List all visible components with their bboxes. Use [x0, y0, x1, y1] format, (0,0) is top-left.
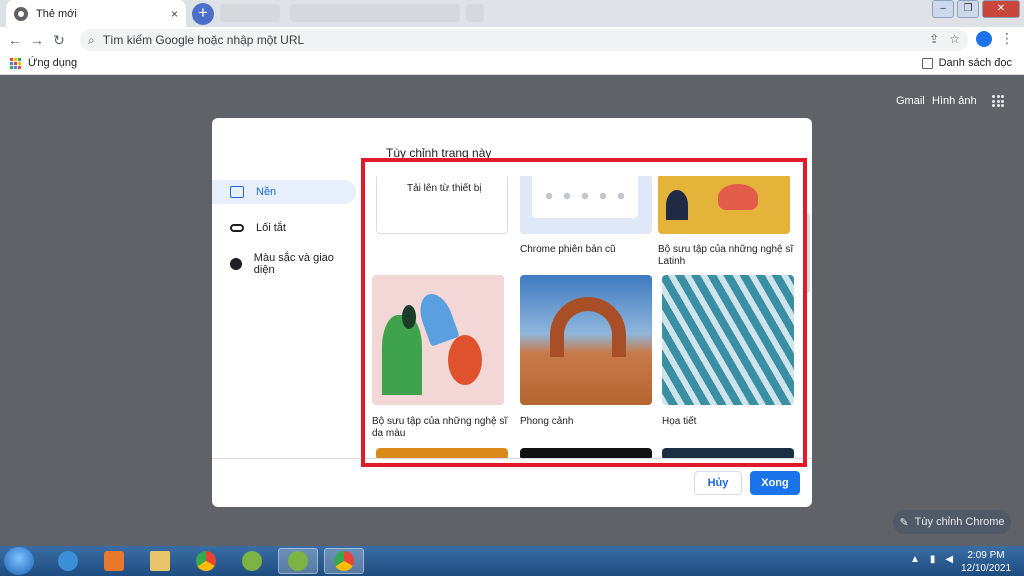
done-button[interactable]: Xong: [750, 471, 800, 495]
customize-chrome-button[interactable]: ✎ Tùy chỉnh Chrome: [893, 510, 1011, 534]
background-tab[interactable]: [220, 4, 280, 22]
sidebar-item-label: Nền: [256, 186, 277, 198]
pencil-icon: ✎: [899, 516, 909, 529]
bookmark-star-icon[interactable]: ☆: [949, 32, 960, 46]
tray-arrow-icon[interactable]: ▲: [910, 554, 920, 565]
sidebar-item-background[interactable]: Nền: [212, 180, 356, 204]
sidebar-item-label: Màu sắc và giao diện: [253, 252, 334, 276]
sidebar-item-label: Lối tắt: [256, 222, 286, 234]
coccoc-icon: [288, 551, 308, 571]
taskbar-coccoc[interactable]: [232, 548, 272, 574]
apps-grid-icon[interactable]: [10, 58, 21, 69]
taskbar-ie[interactable]: [48, 548, 88, 574]
images-link[interactable]: Hình ảnh: [932, 95, 977, 107]
window-controls: ‒ ❐ ✕: [932, 0, 1020, 18]
google-apps-icon[interactable]: [992, 95, 1004, 107]
taskbar-clock[interactable]: 2:09 PM 12/10/2021: [960, 549, 1012, 575]
close-window-button[interactable]: ✕: [982, 0, 1020, 18]
address-bar[interactable]: ⌕ Tìm kiếm Google hoặc nhập một URL ⇪ ☆: [80, 29, 968, 51]
customize-chrome-label: Tùy chỉnh Chrome: [914, 516, 1005, 528]
forward-arrow-icon[interactable]: →: [26, 32, 48, 48]
background-tab[interactable]: [290, 4, 460, 22]
taskbar-explorer[interactable]: [140, 548, 180, 574]
taskbar-chrome-active[interactable]: [324, 548, 364, 574]
bookmarks-bar: [0, 53, 1024, 75]
chrome-icon: [14, 6, 28, 21]
reading-list-label: Danh sách đọc: [938, 57, 1012, 69]
chrome-icon: [334, 551, 354, 571]
start-button[interactable]: [4, 547, 34, 575]
cancel-button[interactable]: Hủy: [694, 471, 742, 495]
back-arrow-icon[interactable]: ←: [4, 32, 26, 48]
reload-icon[interactable]: ↻: [48, 32, 70, 49]
bookmark-apps[interactable]: Ứng dụng: [28, 57, 77, 69]
tab-new-tab[interactable]: Thẻ mới ×: [6, 0, 186, 27]
media-player-icon: [104, 551, 124, 571]
new-tab-button[interactable]: +: [192, 3, 214, 25]
minimize-button[interactable]: ‒: [932, 0, 954, 18]
maximize-button[interactable]: ❐: [957, 0, 979, 18]
search-icon: ⌕: [88, 32, 95, 47]
tab-title: Thẻ mới: [36, 7, 77, 20]
chrome-icon: [196, 551, 216, 571]
link-icon: [230, 224, 244, 232]
gmail-link[interactable]: Gmail: [896, 95, 925, 107]
tab-close-icon[interactable]: ×: [171, 7, 178, 21]
sidebar-item-shortcuts[interactable]: Lối tắt: [212, 216, 356, 240]
network-icon[interactable]: ▮: [930, 554, 936, 565]
image-icon: [230, 186, 244, 198]
reading-list-button[interactable]: Danh sách đọc: [921, 57, 1012, 69]
reading-list-icon: [921, 57, 933, 69]
taskbar-chrome[interactable]: [186, 548, 226, 574]
taskbar-coccoc-active[interactable]: [278, 548, 318, 574]
sidebar-item-color-theme[interactable]: Màu sắc và giao diện: [212, 252, 356, 276]
profile-avatar[interactable]: [976, 31, 992, 47]
address-bar-placeholder: Tìm kiếm Google hoặc nhập một URL: [102, 33, 305, 47]
ie-icon: [58, 551, 78, 571]
share-icon[interactable]: ⇪: [929, 32, 939, 46]
palette-icon: [230, 258, 242, 270]
background-tab[interactable]: [466, 4, 484, 22]
taskbar-media-player[interactable]: [94, 548, 134, 574]
coccoc-icon: [242, 551, 262, 571]
clock-date: 12/10/2021: [960, 563, 1012, 574]
clock-time: 2:09 PM: [967, 550, 1005, 561]
system-tray: ▲ ▮ ◀: [910, 554, 953, 565]
highlight-box: [361, 158, 807, 467]
more-menu-icon[interactable]: ⋮: [1000, 30, 1014, 47]
volume-icon[interactable]: ◀: [945, 554, 953, 565]
tab-strip: Thẻ mới × + ‒ ❐ ✕: [0, 0, 1024, 27]
folder-icon: [150, 551, 170, 571]
